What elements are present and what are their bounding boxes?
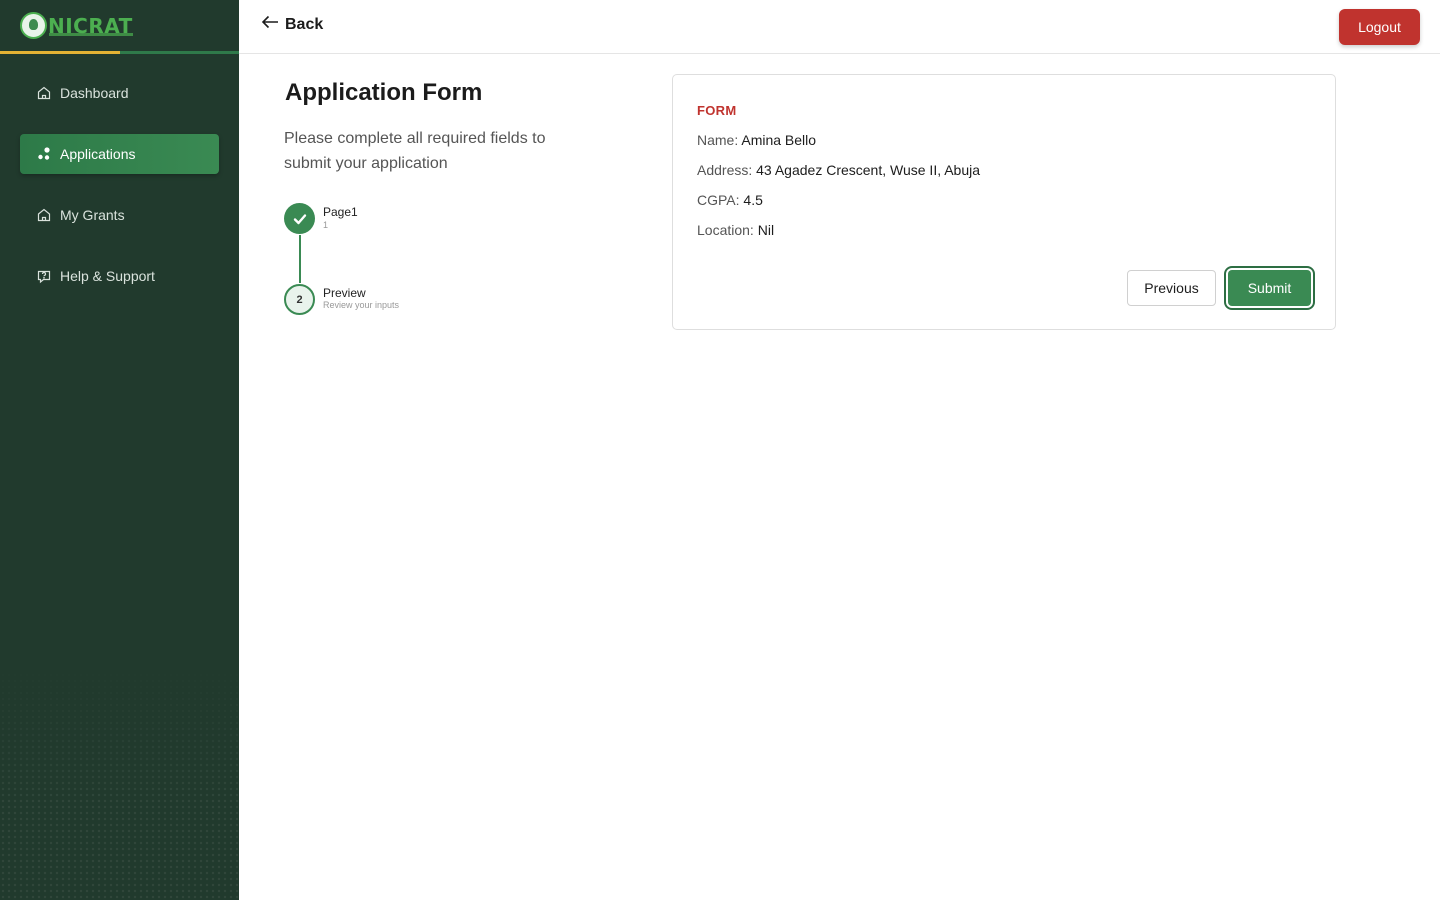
home-icon <box>36 207 52 223</box>
sidebar-nav: Dashboard Applications My Grants Help & … <box>20 73 219 317</box>
sidebar-item-label: Applications <box>60 146 136 162</box>
field-cgpa: CGPA: 4.5 <box>697 192 763 208</box>
logout-button[interactable]: Logout <box>1339 9 1420 45</box>
sidebar-item-applications[interactable]: Applications <box>20 134 219 174</box>
back-label: Back <box>285 15 324 33</box>
step-2-circle[interactable]: 2 <box>284 284 315 315</box>
field-value: Amina Bello <box>741 132 817 148</box>
field-address: Address: 43 Agadez Crescent, Wuse II, Ab… <box>697 162 980 178</box>
field-value: 4.5 <box>743 192 763 208</box>
page-title: Application Form <box>285 79 483 106</box>
sidebar-item-my-grants[interactable]: My Grants <box>20 195 219 235</box>
logo-emblem-icon <box>20 12 47 39</box>
sidebar-item-help-support[interactable]: Help & Support <box>20 256 219 296</box>
field-key: CGPA: <box>697 192 740 208</box>
field-value: Nil <box>757 222 775 238</box>
arrow-left-icon <box>261 15 279 34</box>
sidebar: NICRAT Dashboard Applications My Grants <box>0 0 239 900</box>
field-key: Name: <box>697 132 739 148</box>
top-header: Back Logout <box>239 0 1440 54</box>
field-value: 43 Agadez Crescent, Wuse II, Abuja <box>756 162 981 178</box>
applications-icon <box>36 146 52 162</box>
logo[interactable]: NICRAT <box>0 0 239 55</box>
sidebar-item-label: Help & Support <box>60 268 155 284</box>
logo-divider <box>0 51 239 54</box>
field-location: Location: Nil <box>697 222 774 238</box>
help-icon <box>36 268 52 284</box>
check-icon <box>293 213 306 224</box>
step-1-sublabel: 1 <box>323 220 329 230</box>
field-key: Location: <box>697 222 754 238</box>
sidebar-item-label: Dashboard <box>60 85 129 101</box>
form-section-label: FORM <box>697 103 737 118</box>
step-2-sublabel: Review your inputs <box>323 300 400 310</box>
step-connector <box>299 235 301 283</box>
page-description: Please complete all required fields to s… <box>284 130 546 172</box>
back-button[interactable]: Back <box>261 15 323 34</box>
step-1-circle[interactable] <box>284 203 315 234</box>
step-1-label: Page1 <box>323 205 358 219</box>
stepper: Page1 1 2 Preview Review your inputs <box>284 203 484 323</box>
field-name: Name: Amina Bello <box>697 132 816 148</box>
sidebar-item-dashboard[interactable]: Dashboard <box>20 73 219 113</box>
preview-card: FORM Name: Amina Bello Address: 43 Agade… <box>672 74 1336 330</box>
step-2-label: Preview <box>323 286 366 300</box>
submit-button[interactable]: Submit <box>1228 270 1311 306</box>
field-key: Address: <box>697 162 753 178</box>
previous-button[interactable]: Previous <box>1127 270 1216 306</box>
home-icon <box>36 85 52 101</box>
logo-tagline <box>49 33 133 36</box>
sidebar-item-label: My Grants <box>60 207 125 223</box>
sidebar-dot-pattern <box>0 660 239 900</box>
